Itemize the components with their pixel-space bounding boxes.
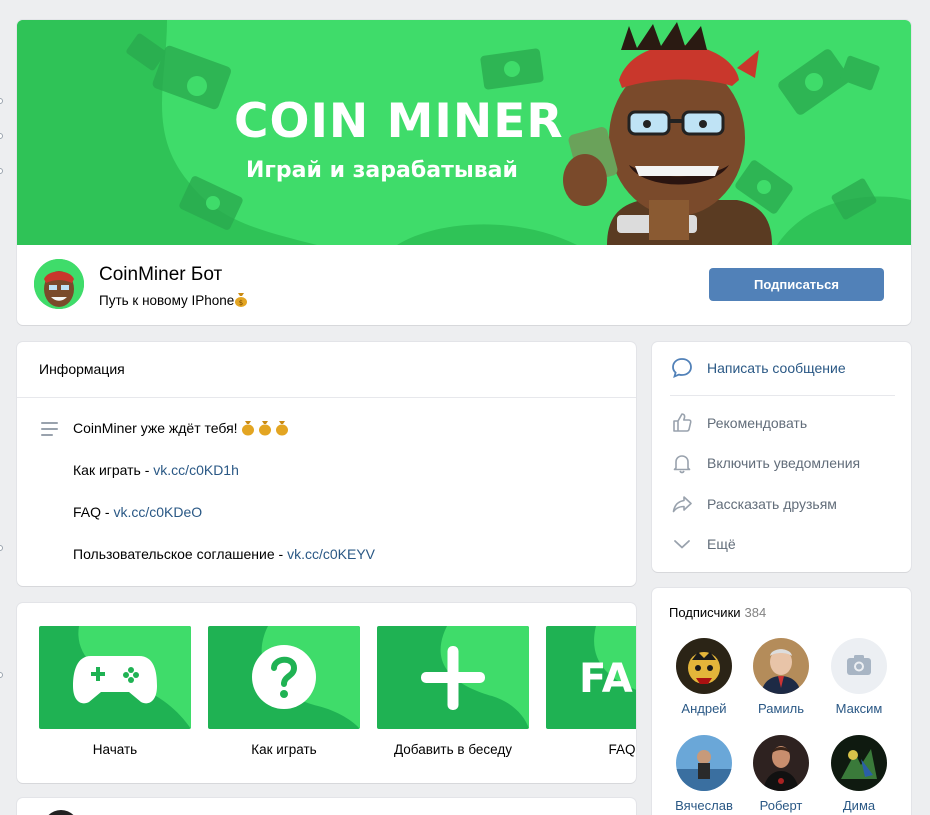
- avatar: [43, 810, 79, 815]
- message-icon: [672, 358, 692, 379]
- app-label-how-to-play[interactable]: Как играть: [208, 742, 360, 757]
- subscribers-card: Подписчики 384 Андрей Рамиль Максим Вячес…: [652, 588, 911, 815]
- send-message-action[interactable]: Написать сообщение: [670, 356, 895, 380]
- group-avatar[interactable]: [34, 259, 84, 309]
- avatar: [676, 735, 732, 791]
- faq-tile-text: FA: [579, 656, 633, 702]
- group-header-card: COIN MINER Играй и зарабатывай CoinMiner…: [17, 20, 911, 325]
- chevron-down-icon: [674, 540, 690, 549]
- description-lines-icon: [41, 422, 58, 436]
- subscriber-name: Рамиль: [757, 701, 805, 716]
- info-line-faq: FAQ - vk.cc/c0KDeO: [73, 504, 202, 520]
- more-label: Ещё: [707, 536, 736, 552]
- group-status: Путь к новому IPhone $: [99, 292, 248, 308]
- cover-image: COIN MINER Играй и зарабатывай: [17, 20, 911, 245]
- avatar: [831, 735, 887, 791]
- recommend-label: Рекомендовать: [707, 415, 808, 431]
- subscriber-name: Андрей: [681, 701, 727, 716]
- info-line-label: Как играть -: [73, 462, 154, 478]
- more-action[interactable]: Ещё: [670, 532, 895, 556]
- notifications-label: Включить уведомления: [707, 455, 861, 471]
- money-bag-icon: $: [235, 293, 248, 307]
- avatar: [753, 735, 809, 791]
- plus-icon: [377, 626, 529, 729]
- info-line-label: FAQ -: [73, 504, 114, 520]
- avatar: [831, 638, 887, 694]
- avatar: [676, 638, 732, 694]
- app-label-add-to-chat[interactable]: Добавить в беседу: [377, 742, 529, 757]
- share-action[interactable]: Рассказать друзьям: [670, 492, 895, 516]
- character-illustration: [563, 22, 772, 245]
- group-name: CoinMiner Бот: [99, 264, 223, 285]
- subscriber-name: Дима: [842, 798, 876, 813]
- share-label: Рассказать друзьям: [707, 496, 837, 512]
- avatar: [753, 638, 809, 694]
- question-icon: [208, 626, 360, 729]
- camera-placeholder-icon: [831, 638, 887, 694]
- group-status-text: Путь к новому IPhone: [99, 293, 235, 308]
- app-tile-faq[interactable]: FA: [546, 626, 636, 729]
- subscribers-count: 384: [744, 605, 767, 620]
- subscribe-button[interactable]: Подписаться: [709, 268, 884, 301]
- send-message-label: Написать сообщение: [707, 360, 846, 376]
- info-description-text: CoinMiner уже ждёт тебя!: [73, 420, 238, 436]
- gamepad-icon: [39, 626, 191, 729]
- recommend-action[interactable]: Рекомендовать: [670, 411, 895, 435]
- app-label-start[interactable]: Начать: [39, 742, 191, 757]
- info-line-how-to-play: Как играть - vk.cc/c0KD1h: [73, 462, 239, 478]
- app-tile-start[interactable]: [39, 626, 191, 729]
- subscriber-name: Вячеслав: [675, 798, 733, 813]
- info-description: CoinMiner уже ждёт тебя!: [73, 420, 291, 436]
- cover-title: COIN MINER: [234, 94, 564, 149]
- subscribers-header[interactable]: Подписчики 384: [669, 605, 766, 620]
- money-bags-icon: [242, 421, 289, 436]
- thumbs-up-icon: [673, 413, 692, 432]
- bell-icon: [673, 455, 691, 474]
- left-edge-scroll-markers: [0, 0, 6, 815]
- app-tile-add-to-chat[interactable]: [377, 626, 529, 729]
- info-line-agreement: Пользовательское соглашение - vk.cc/c0KE…: [73, 546, 375, 562]
- subscribers-title: Подписчики: [669, 605, 741, 620]
- share-icon: [672, 496, 692, 513]
- agreement-link[interactable]: vk.cc/c0KEYV: [287, 546, 375, 562]
- info-card: Информация CoinMiner уже ждёт тебя! Как …: [17, 342, 636, 586]
- info-divider: [17, 397, 636, 398]
- faq-link[interactable]: vk.cc/c0KDeO: [113, 504, 202, 520]
- notifications-action[interactable]: Включить уведомления: [670, 451, 895, 475]
- subscriber-name: Максим: [835, 701, 883, 716]
- actions-divider: [670, 395, 895, 396]
- info-line-label: Пользовательское соглашение -: [73, 546, 288, 562]
- actions-card: Написать сообщение Рекомендовать Включит…: [652, 342, 911, 572]
- cover-subtitle: Играй и зарабатывай: [246, 158, 518, 183]
- info-title: Информация: [39, 361, 125, 377]
- subscriber-name: Роберт: [759, 798, 803, 813]
- wall-card: [17, 798, 636, 815]
- app-tile-how-to-play[interactable]: [208, 626, 360, 729]
- app-buttons-card: Начать Как играть Добавить в беседу FA F…: [17, 603, 636, 783]
- svg-text:$: $: [239, 299, 243, 307]
- app-label-faq[interactable]: FAQ: [546, 742, 636, 757]
- how-to-play-link[interactable]: vk.cc/c0KD1h: [153, 462, 239, 478]
